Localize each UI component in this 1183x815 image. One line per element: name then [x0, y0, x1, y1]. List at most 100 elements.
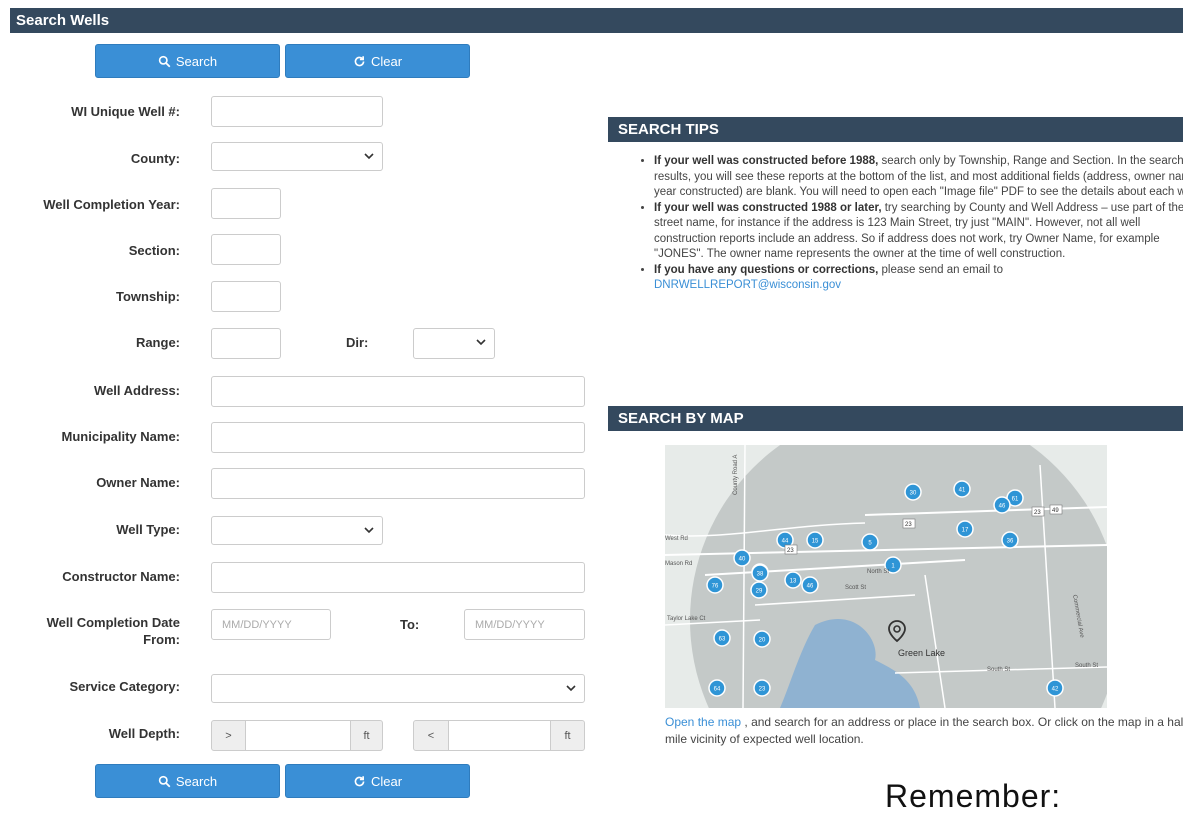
- well-cluster-marker[interactable]: 36: [1001, 531, 1019, 549]
- chevron-down-icon: [364, 153, 374, 160]
- well-cluster-count: 13: [790, 579, 797, 585]
- well-cluster-marker[interactable]: 42: [1046, 679, 1064, 697]
- county-label: County:: [130, 151, 180, 166]
- clear-button-top[interactable]: Clear: [285, 44, 470, 78]
- well-type-select[interactable]: [211, 516, 383, 545]
- page-title: Search Wells: [16, 12, 110, 29]
- well-cluster-marker[interactable]: 41: [953, 480, 971, 498]
- section-label: Section:: [128, 243, 180, 258]
- well-cluster-count: 64: [714, 687, 721, 693]
- well-cluster-marker[interactable]: 13: [784, 571, 802, 589]
- chevron-down-icon: [364, 527, 374, 534]
- well-cluster-marker[interactable]: 63: [713, 629, 731, 647]
- remember-overlay-text: Remember:: [885, 778, 1062, 814]
- search-button-label: Search: [175, 773, 218, 789]
- well-cluster-marker[interactable]: 38: [751, 564, 769, 582]
- depth-min-input[interactable]: [246, 720, 350, 751]
- clear-button-bottom[interactable]: Clear: [285, 764, 470, 798]
- constructor-input[interactable]: [211, 562, 585, 593]
- well-cluster-count: 20: [759, 638, 766, 644]
- well-cluster-count: 61: [1012, 497, 1019, 503]
- email-link[interactable]: DNRWELLREPORT@wisconsin.gov: [654, 279, 841, 291]
- well-cluster-count: 63: [719, 637, 726, 643]
- owner-input[interactable]: [211, 468, 585, 499]
- well-cluster-count: 44: [782, 539, 789, 545]
- depth-gt-addon: >: [211, 720, 246, 751]
- owner-label: Owner Name:: [96, 475, 180, 490]
- well-cluster-count: 36: [1007, 539, 1014, 545]
- clear-button-label: Clear: [370, 53, 403, 69]
- search-tips-list: If your well was constructed before 1988…: [640, 154, 1183, 294]
- town-label: Green Lake: [898, 648, 945, 658]
- township-input[interactable]: [211, 281, 281, 312]
- svg-text:23: 23: [787, 548, 794, 554]
- date-to-input[interactable]: MM/DD/YYYY: [464, 609, 585, 640]
- tip-contact: If you have any questions or corrections…: [654, 263, 1183, 294]
- search-button-label: Search: [175, 53, 218, 69]
- depth-min-unit: ft: [350, 720, 383, 751]
- municipality-label: Municipality Name:: [61, 429, 180, 444]
- well-cluster-marker[interactable]: 17: [956, 520, 974, 538]
- svg-text:North St: North St: [867, 569, 889, 575]
- address-input[interactable]: [211, 376, 585, 407]
- well-cluster-marker[interactable]: 64: [708, 679, 726, 697]
- constructor-label: Constructor Name:: [62, 569, 180, 584]
- page-header: Search Wells: [10, 8, 1183, 33]
- township-label: Township:: [115, 289, 180, 304]
- svg-text:South St: South St: [987, 667, 1010, 673]
- search-button-top[interactable]: Search: [95, 44, 280, 78]
- service-category-label: Service Category:: [69, 679, 180, 694]
- completion-year-input[interactable]: [211, 188, 281, 219]
- svg-text:23: 23: [1034, 510, 1041, 516]
- depth-max-input[interactable]: [449, 720, 550, 751]
- well-cluster-count: 17: [962, 528, 969, 534]
- well-cluster-marker[interactable]: 23: [753, 679, 771, 697]
- dir-label: Dir:: [346, 335, 369, 350]
- well-cluster-count: 38: [757, 572, 764, 578]
- well-cluster-count: 41: [959, 488, 966, 494]
- county-select[interactable]: [211, 142, 383, 171]
- municipality-input[interactable]: [211, 422, 585, 453]
- service-category-select[interactable]: [211, 674, 585, 703]
- well-cluster-count: 46: [999, 504, 1006, 510]
- date-from-placeholder: MM/DD/YYYY: [222, 618, 292, 631]
- open-map-link[interactable]: Open the map: [665, 715, 741, 729]
- svg-text:County Road A: County Road A: [733, 455, 739, 495]
- well-number-input[interactable]: [211, 96, 383, 127]
- well-cluster-count: 29: [756, 589, 763, 595]
- well-cluster-marker[interactable]: 29: [750, 581, 768, 599]
- well-cluster-marker[interactable]: 46: [801, 576, 819, 594]
- well-cluster-marker[interactable]: 20: [753, 630, 771, 648]
- well-cluster-marker[interactable]: 40: [733, 549, 751, 567]
- well-cluster-marker[interactable]: 15: [806, 531, 824, 549]
- search-tips-header: SEARCH TIPS: [608, 117, 1183, 142]
- well-map[interactable]: 3041614617364415514023763813294663206423…: [665, 445, 1107, 708]
- well-cluster-marker[interactable]: 5: [861, 533, 879, 551]
- date-from-label-line1: Well Completion Date: [46, 615, 180, 630]
- depth-lt-addon: <: [413, 720, 449, 751]
- date-to-placeholder: MM/DD/YYYY: [475, 618, 545, 631]
- dir-select[interactable]: [413, 328, 495, 359]
- svg-text:Mason Rd: Mason Rd: [665, 561, 692, 567]
- search-button-bottom[interactable]: Search: [95, 764, 280, 798]
- svg-text:Taylor Lake Ct: Taylor Lake Ct: [667, 616, 706, 622]
- refresh-icon: [354, 55, 365, 66]
- well-type-label: Well Type:: [116, 522, 180, 537]
- svg-text:Scott St: Scott St: [845, 585, 866, 591]
- well-cluster-marker[interactable]: 76: [706, 576, 724, 594]
- range-input[interactable]: [211, 328, 281, 359]
- well-cluster-marker[interactable]: 46: [993, 496, 1011, 514]
- well-number-label: WI Unique Well #:: [71, 104, 180, 119]
- chevron-down-icon: [476, 339, 486, 346]
- refresh-icon: [354, 775, 365, 786]
- well-cluster-count: 23: [759, 687, 766, 693]
- address-label: Well Address:: [94, 383, 180, 398]
- svg-text:South St: South St: [1075, 663, 1098, 669]
- range-label: Range:: [135, 335, 180, 350]
- date-from-input[interactable]: MM/DD/YYYY: [211, 609, 331, 640]
- section-input[interactable]: [211, 234, 281, 265]
- well-cluster-count: 42: [1052, 687, 1059, 693]
- map-caption: Open the map , and search for an address…: [665, 715, 1183, 746]
- well-cluster-count: 46: [807, 584, 814, 590]
- well-cluster-marker[interactable]: 30: [904, 483, 922, 501]
